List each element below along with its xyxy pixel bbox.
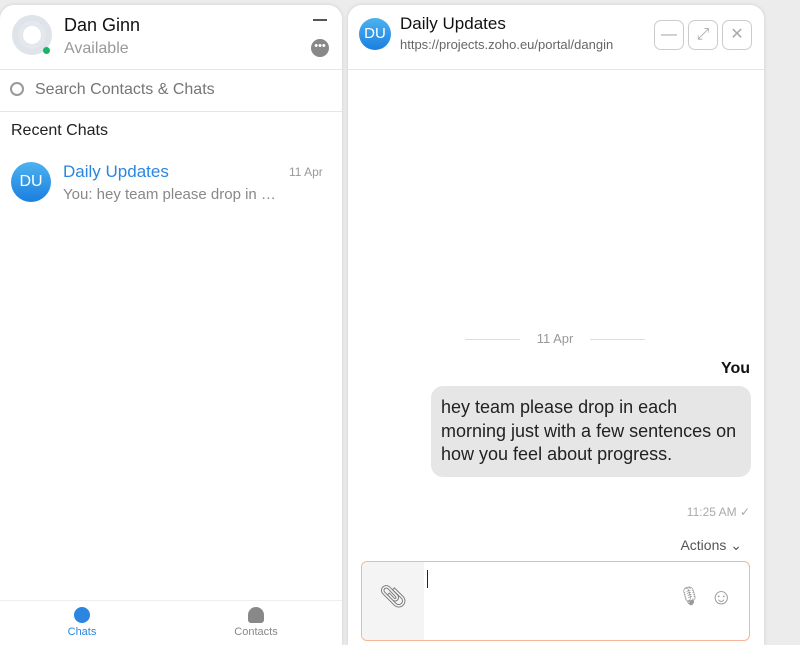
chat-avatar: DU: [11, 162, 51, 202]
message-sender: You: [720, 360, 750, 377]
date-separator: 11 Apr: [465, 331, 645, 346]
chat-bubble-icon: [74, 607, 90, 623]
close-button[interactable]: ✕: [722, 20, 752, 50]
status-indicator: [43, 47, 50, 54]
tab-label: Contacts: [234, 626, 278, 638]
minimize-button[interactable]: —: [654, 20, 684, 50]
actions-dropdown[interactable]: Actions ⌄: [680, 537, 742, 554]
chat-window-avatar: DU: [359, 18, 391, 50]
search-input[interactable]: [35, 81, 325, 99]
text-cursor: [427, 570, 428, 588]
recent-chats-heading: Recent Chats: [11, 122, 108, 139]
search-icon: [10, 82, 24, 96]
time-text: 11:25 AM: [686, 505, 737, 519]
user-status[interactable]: Available: [64, 40, 129, 58]
microphone-icon[interactable]: 🎙︎: [678, 586, 701, 607]
message-input[interactable]: 📎︎ 🎙︎ ☺: [361, 561, 750, 641]
divider: [0, 69, 342, 70]
more-options-icon[interactable]: •••: [311, 39, 329, 57]
expand-button[interactable]: ⤢: [688, 20, 718, 50]
divider: [348, 69, 764, 70]
chat-title: Daily Updates: [63, 162, 169, 181]
paperclip-icon[interactable]: 📎︎: [362, 562, 424, 640]
minimize-icon[interactable]: [313, 19, 327, 21]
chat-list-panel: Dan Ginn Available ••• Recent Chats DU D…: [0, 5, 342, 645]
chat-window-title: Daily Updates: [400, 14, 506, 33]
tab-contacts[interactable]: Contacts: [196, 601, 316, 638]
message-time: 11:25 AM ✓: [687, 505, 750, 519]
tab-label: Chats: [67, 626, 97, 638]
emoji-icon[interactable]: ☺: [710, 584, 732, 610]
person-icon: [248, 607, 264, 623]
tab-chats[interactable]: Chats: [22, 601, 142, 638]
chat-date: 11 Apr: [289, 165, 323, 179]
user-name: Dan Ginn: [64, 15, 141, 35]
message-bubble[interactable]: hey team please drop in each morning jus…: [431, 386, 751, 477]
actions-label: Actions: [680, 537, 727, 553]
chevron-down-icon: ⌄: [730, 537, 742, 553]
chat-window-url[interactable]: https://projects.zoho.eu/portal/dangin: [400, 37, 642, 52]
chat-window: DU Daily Updates https://projects.zoho.e…: [348, 5, 764, 645]
chat-preview: You: hey team please drop in …: [63, 186, 276, 203]
divider: [0, 111, 342, 112]
sent-check-icon: ✓: [739, 505, 750, 519]
bottom-nav: Chats Contacts: [0, 600, 342, 640]
